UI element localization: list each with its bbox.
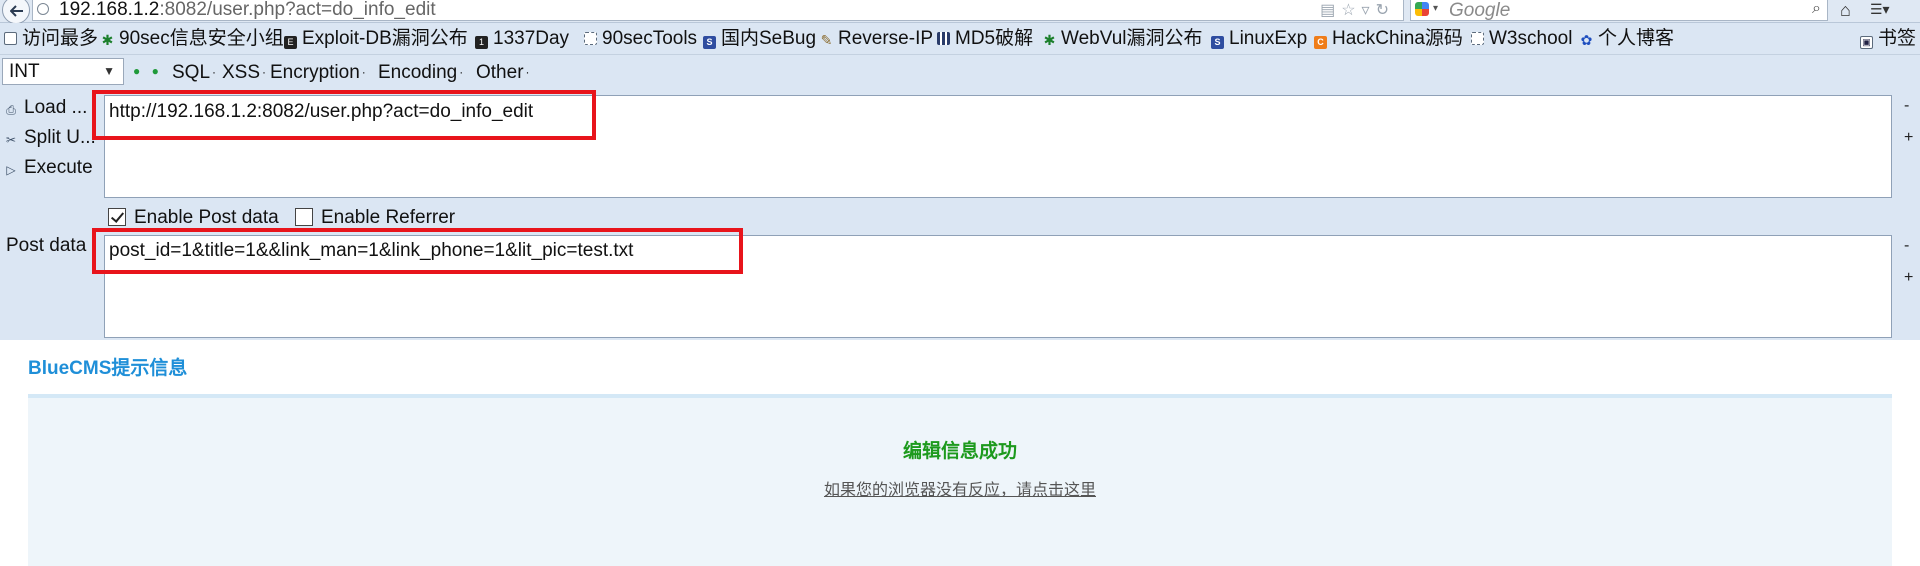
redirect-link[interactable]: 如果您的浏览器没有反应，请点击这里 (28, 476, 1892, 500)
address-bar[interactable]: 192.168.1.2:8082/user.php?act=do_info_ed… (32, 0, 1404, 21)
menu-label: Other (476, 62, 524, 83)
bookmark-label: 1337Day (493, 28, 570, 49)
home-icon[interactable]: ⌂ (1840, 0, 1851, 21)
bookmark-label: 访问最多 (22, 28, 99, 49)
action-label: Execute (24, 157, 93, 178)
highlight-post-box (92, 228, 743, 274)
bookmark-label: Exploit-DB漏洞公布 (302, 28, 468, 49)
page-title: BlueCMS提示信息 (28, 358, 188, 379)
globe-icon (37, 3, 49, 15)
play-icon: ▷ (6, 163, 16, 177)
bookmark-item[interactable]: 90secTools (584, 28, 697, 50)
hackchina-icon: C (1314, 36, 1327, 49)
bookmarks-icon: ▣ (1860, 36, 1873, 49)
page-icon (584, 32, 597, 45)
back-button[interactable] (2, 0, 30, 24)
shrink-url-button[interactable]: - (1904, 97, 1909, 115)
chevron-down-icon: ▼ (103, 64, 115, 78)
bookmark-item[interactable]: MD5破解 (937, 28, 1033, 50)
google-icon[interactable] (1415, 2, 1429, 16)
menu-label: Encryption (270, 62, 360, 83)
sebug-icon: S (1211, 36, 1224, 49)
url-path: :8082/user.php?act=do_info_edit (159, 0, 436, 20)
bookmarks-toolbar: 访问最多 ✱ 90sec信息安全小组 E Exploit-DB漏洞公布 1 1337D… (0, 23, 1920, 55)
grid-icon (937, 32, 950, 45)
bookmark-item[interactable]: ✱ WebVul漏洞公布 (1043, 28, 1203, 50)
toggle-dots-icon[interactable]: ● ● (133, 64, 163, 78)
bookmark-item[interactable]: ✎ Reverse-IP (820, 28, 933, 50)
load-url-button[interactable]: ⎙ Load ... (4, 97, 87, 119)
paw-icon: ✿ (1580, 32, 1593, 48)
checkbox-label: Enable Referrer (321, 207, 456, 228)
navigation-bar: 192.168.1.2:8082/user.php?act=do_info_ed… (0, 0, 1920, 24)
enable-post-checkbox[interactable]: Enable Post data (108, 206, 279, 230)
action-label: Load ... (24, 97, 88, 118)
bookmark-item[interactable]: E Exploit-DB漏洞公布 (284, 28, 468, 50)
bookmark-label: WebVul漏洞公布 (1061, 28, 1203, 49)
split-url-button[interactable]: ✂ Split U... (4, 127, 96, 149)
bookmark-item[interactable]: S LinuxExp (1211, 28, 1307, 50)
bookmark-item[interactable]: 访问最多 (4, 28, 98, 50)
star-icon: ✱ (1043, 32, 1056, 48)
menu-xss[interactable]: XSS · (222, 61, 266, 84)
bookmark-item[interactable]: 1 1337Day (475, 28, 569, 50)
type-select[interactable]: INT ▼ (2, 58, 124, 85)
bookmark-label: HackChina源码 (1332, 28, 1463, 49)
checkbox-label: Enable Post data (134, 207, 279, 228)
shrink-post-button[interactable]: - (1904, 237, 1909, 255)
bookmark-label: MD5破解 (955, 28, 1034, 49)
grow-url-button[interactable]: + (1904, 129, 1913, 147)
bookmark-label: 个人博客 (1598, 28, 1675, 49)
menu-label: SQL (172, 62, 211, 83)
1337day-icon: 1 (475, 36, 488, 49)
bookmarks-menu[interactable]: ▣ 书签 (1860, 28, 1916, 50)
search-bar[interactable]: ▾ Google ⌕ (1410, 0, 1828, 21)
bookmark-label: Reverse-IP (838, 28, 934, 49)
success-message: 编辑信息成功 (902, 441, 1017, 462)
action-label: Split U... (24, 127, 96, 148)
bookmark-label: LinuxExp (1229, 28, 1308, 49)
bookmark-item[interactable]: W3school (1471, 28, 1572, 50)
chevron-down-icon[interactable]: ▾ (1433, 3, 1438, 14)
back-arrow-icon (10, 5, 23, 17)
bookmark-star-icon[interactable]: ▤☆▿↻ (1320, 1, 1395, 20)
menu-encoding[interactable]: Encoding · (378, 61, 463, 84)
search-icon[interactable]: ⌕ (1812, 0, 1821, 18)
enable-referrer-checkbox[interactable]: Enable Referrer (295, 206, 455, 230)
load-icon: ⎙ (6, 103, 16, 117)
bookmark-label: 90secTools (602, 28, 698, 49)
scissors-icon: ✂ (5, 133, 17, 147)
bookmark-label: 国内SeBug (721, 28, 817, 49)
menu-other[interactable]: Other · (476, 61, 530, 84)
menu-encryption[interactable]: Encryption · (270, 61, 366, 84)
bookmark-label: W3school (1489, 28, 1573, 49)
menu-label: XSS (222, 62, 261, 83)
bookmark-item[interactable]: ✿ 个人博客 (1580, 28, 1674, 50)
menu-label: Encoding (378, 62, 458, 83)
menu-sql[interactable]: SQL · (172, 61, 216, 84)
checkbox-checked-icon (108, 208, 126, 226)
highlight-url-box (92, 90, 596, 140)
toolbar-menu-icon[interactable]: ☰▾ (1870, 1, 1890, 18)
url-host: 192.168.1.2 (59, 0, 160, 20)
search-placeholder: Google (1449, 0, 1511, 21)
bookmark-label: 书签 (1878, 28, 1917, 49)
grow-post-button[interactable]: + (1904, 269, 1913, 287)
page-icon (1471, 32, 1484, 45)
message-panel: 编辑信息成功 如果您的浏览器没有反应，请点击这里 (28, 394, 1892, 566)
bookmark-item[interactable]: S 国内SeBug (703, 28, 816, 50)
bookmark-item[interactable]: ✱ 90sec信息安全小组 (101, 28, 284, 50)
star-icon: ✱ (101, 32, 114, 48)
page-icon (4, 32, 17, 45)
exploit-db-icon: E (284, 36, 297, 49)
execute-button[interactable]: ▷ Execute (4, 157, 93, 179)
checkbox-unchecked-icon (295, 208, 313, 226)
bookmark-item[interactable]: C HackChina源码 (1314, 28, 1463, 50)
post-data-label: Post data (6, 235, 87, 256)
bookmark-label: 90sec信息安全小组 (119, 28, 284, 49)
pen-icon: ✎ (820, 32, 833, 48)
type-select-value: INT (9, 61, 40, 82)
page-content: BlueCMS提示信息 编辑信息成功 如果您的浏览器没有反应，请点击这里 (0, 341, 1920, 566)
sebug-icon: S (703, 36, 716, 49)
